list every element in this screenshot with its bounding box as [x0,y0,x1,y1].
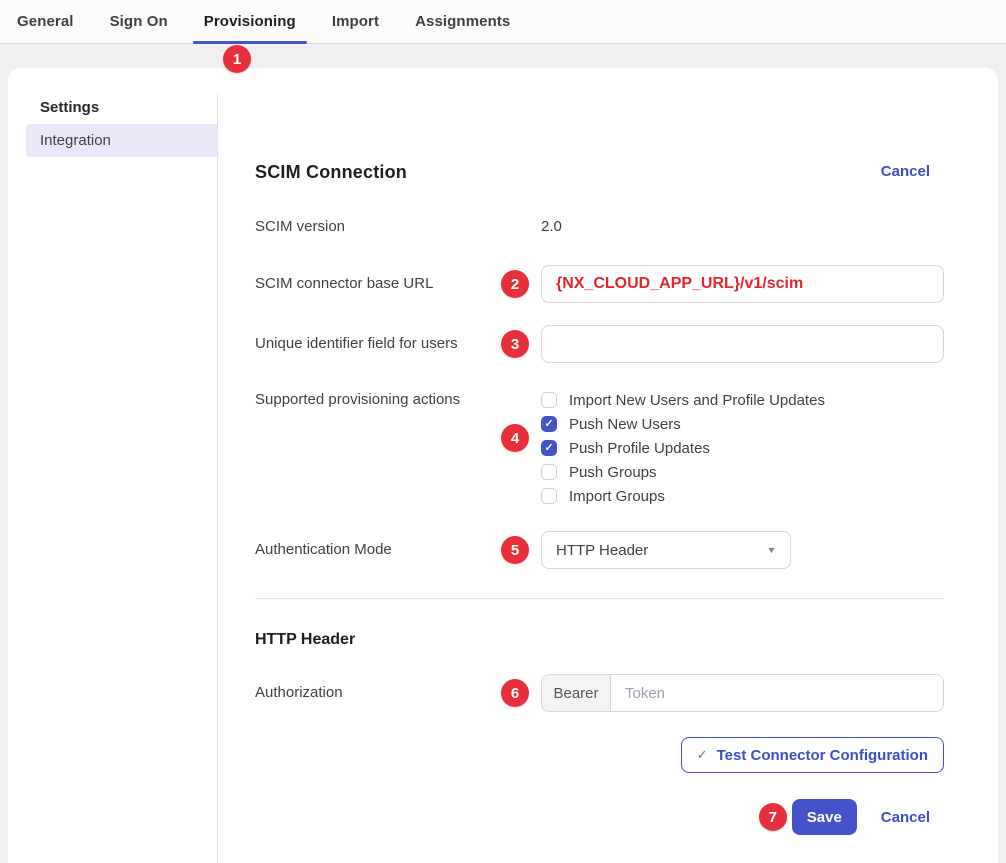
authentication-mode-label: Authentication Mode [255,538,541,562]
checkbox-row-push-new-users[interactable]: ✓ Push New Users [541,412,944,436]
sidebar-item-label: Integration [40,132,111,149]
authentication-mode-row: Authentication Mode 5 HTTP Header ▼ [255,531,944,569]
provisioning-card: Settings Integration SCIM Connection Can… [8,68,998,863]
authorization-label: Authorization [255,681,541,705]
http-header-section-title: HTTP Header [255,629,944,651]
annotation-badge-7: 7 [759,803,787,831]
scim-version-row: SCIM version 2.0 [255,215,944,239]
section-divider [255,598,944,599]
annotation-badge-4: 4 [501,424,529,452]
check-icon: ✓ [544,419,553,430]
tab-provisioning[interactable]: Provisioning [193,0,307,43]
annotation-badge-1: 1 [223,45,251,73]
save-button[interactable]: Save [792,799,857,835]
checkbox-row-import-new-users[interactable]: ✓ Import New Users and Profile Updates [541,388,944,412]
base-url-label: SCIM connector base URL [255,272,541,296]
sidebar-header: Settings [8,96,218,120]
tab-assignments[interactable]: Assignments [404,0,521,43]
token-input[interactable] [611,675,943,711]
annotation-badge-3: 3 [501,330,529,358]
unique-identifier-input[interactable] [541,325,944,363]
settings-sidebar: Settings Integration [8,68,218,863]
check-icon: ✓ [697,747,708,763]
scim-version-label: SCIM version [255,215,541,239]
sidebar-item-integration[interactable]: Integration [26,124,218,157]
checkbox-push-groups[interactable]: ✓ [541,464,557,480]
footer-actions: 7 Save Cancel [255,799,944,835]
checkbox-import-new-users[interactable]: ✓ [541,392,557,408]
test-connector-button[interactable]: ✓ Test Connector Configuration [681,737,944,773]
cancel-link-bottom[interactable]: Cancel [881,809,930,826]
provisioning-actions-label: Supported provisioning actions [255,388,541,412]
checkbox-label: Push New Users [569,416,681,433]
bearer-prefix: Bearer [542,675,611,711]
provisioning-actions-row: Supported provisioning actions 4 ✓ Impor… [255,388,944,508]
scim-connection-panel: SCIM Connection Cancel SCIM version 2.0 … [218,68,998,863]
page-title: SCIM Connection [255,158,407,186]
chevron-down-icon: ▼ [766,545,777,555]
checkbox-label: Push Profile Updates [569,440,710,457]
tab-sign-on[interactable]: Sign On [99,0,179,43]
panel-title-row: SCIM Connection Cancel [255,158,944,186]
test-connector-row: ✓ Test Connector Configuration [255,737,944,773]
checkbox-import-groups[interactable]: ✓ [541,488,557,504]
tab-general[interactable]: General [6,0,85,43]
app-tabbar: General Sign On Provisioning Import Assi… [0,0,1006,44]
annotation-badge-6: 6 [501,679,529,707]
unique-identifier-row: Unique identifier field for users 3 [255,325,944,363]
checkbox-row-push-profile-updates[interactable]: ✓ Push Profile Updates [541,436,944,460]
annotation-badge-2: 2 [501,270,529,298]
base-url-input[interactable] [541,265,944,303]
scim-version-value: 2.0 [541,218,562,235]
auth-mode-select[interactable]: HTTP Header ▼ [541,531,791,569]
auth-mode-selected-value: HTTP Header [556,542,648,559]
checkbox-push-new-users[interactable]: ✓ [541,416,557,432]
checkbox-row-import-groups[interactable]: ✓ Import Groups [541,484,944,508]
authorization-row: Authorization 6 Bearer [255,674,944,712]
cancel-link-top[interactable]: Cancel [881,158,930,186]
checkbox-push-profile-updates[interactable]: ✓ [541,440,557,456]
test-connector-label: Test Connector Configuration [717,747,928,764]
checkbox-label: Push Groups [569,464,657,481]
unique-identifier-label: Unique identifier field for users [255,332,541,356]
annotation-badge-5: 5 [501,536,529,564]
checkbox-row-push-groups[interactable]: ✓ Push Groups [541,460,944,484]
checkbox-label: Import Groups [569,488,665,505]
checkbox-label: Import New Users and Profile Updates [569,392,825,409]
check-icon: ✓ [544,443,553,454]
authorization-input-group: Bearer [541,674,944,712]
tab-import[interactable]: Import [321,0,390,43]
base-url-row: SCIM connector base URL 2 [255,265,944,303]
